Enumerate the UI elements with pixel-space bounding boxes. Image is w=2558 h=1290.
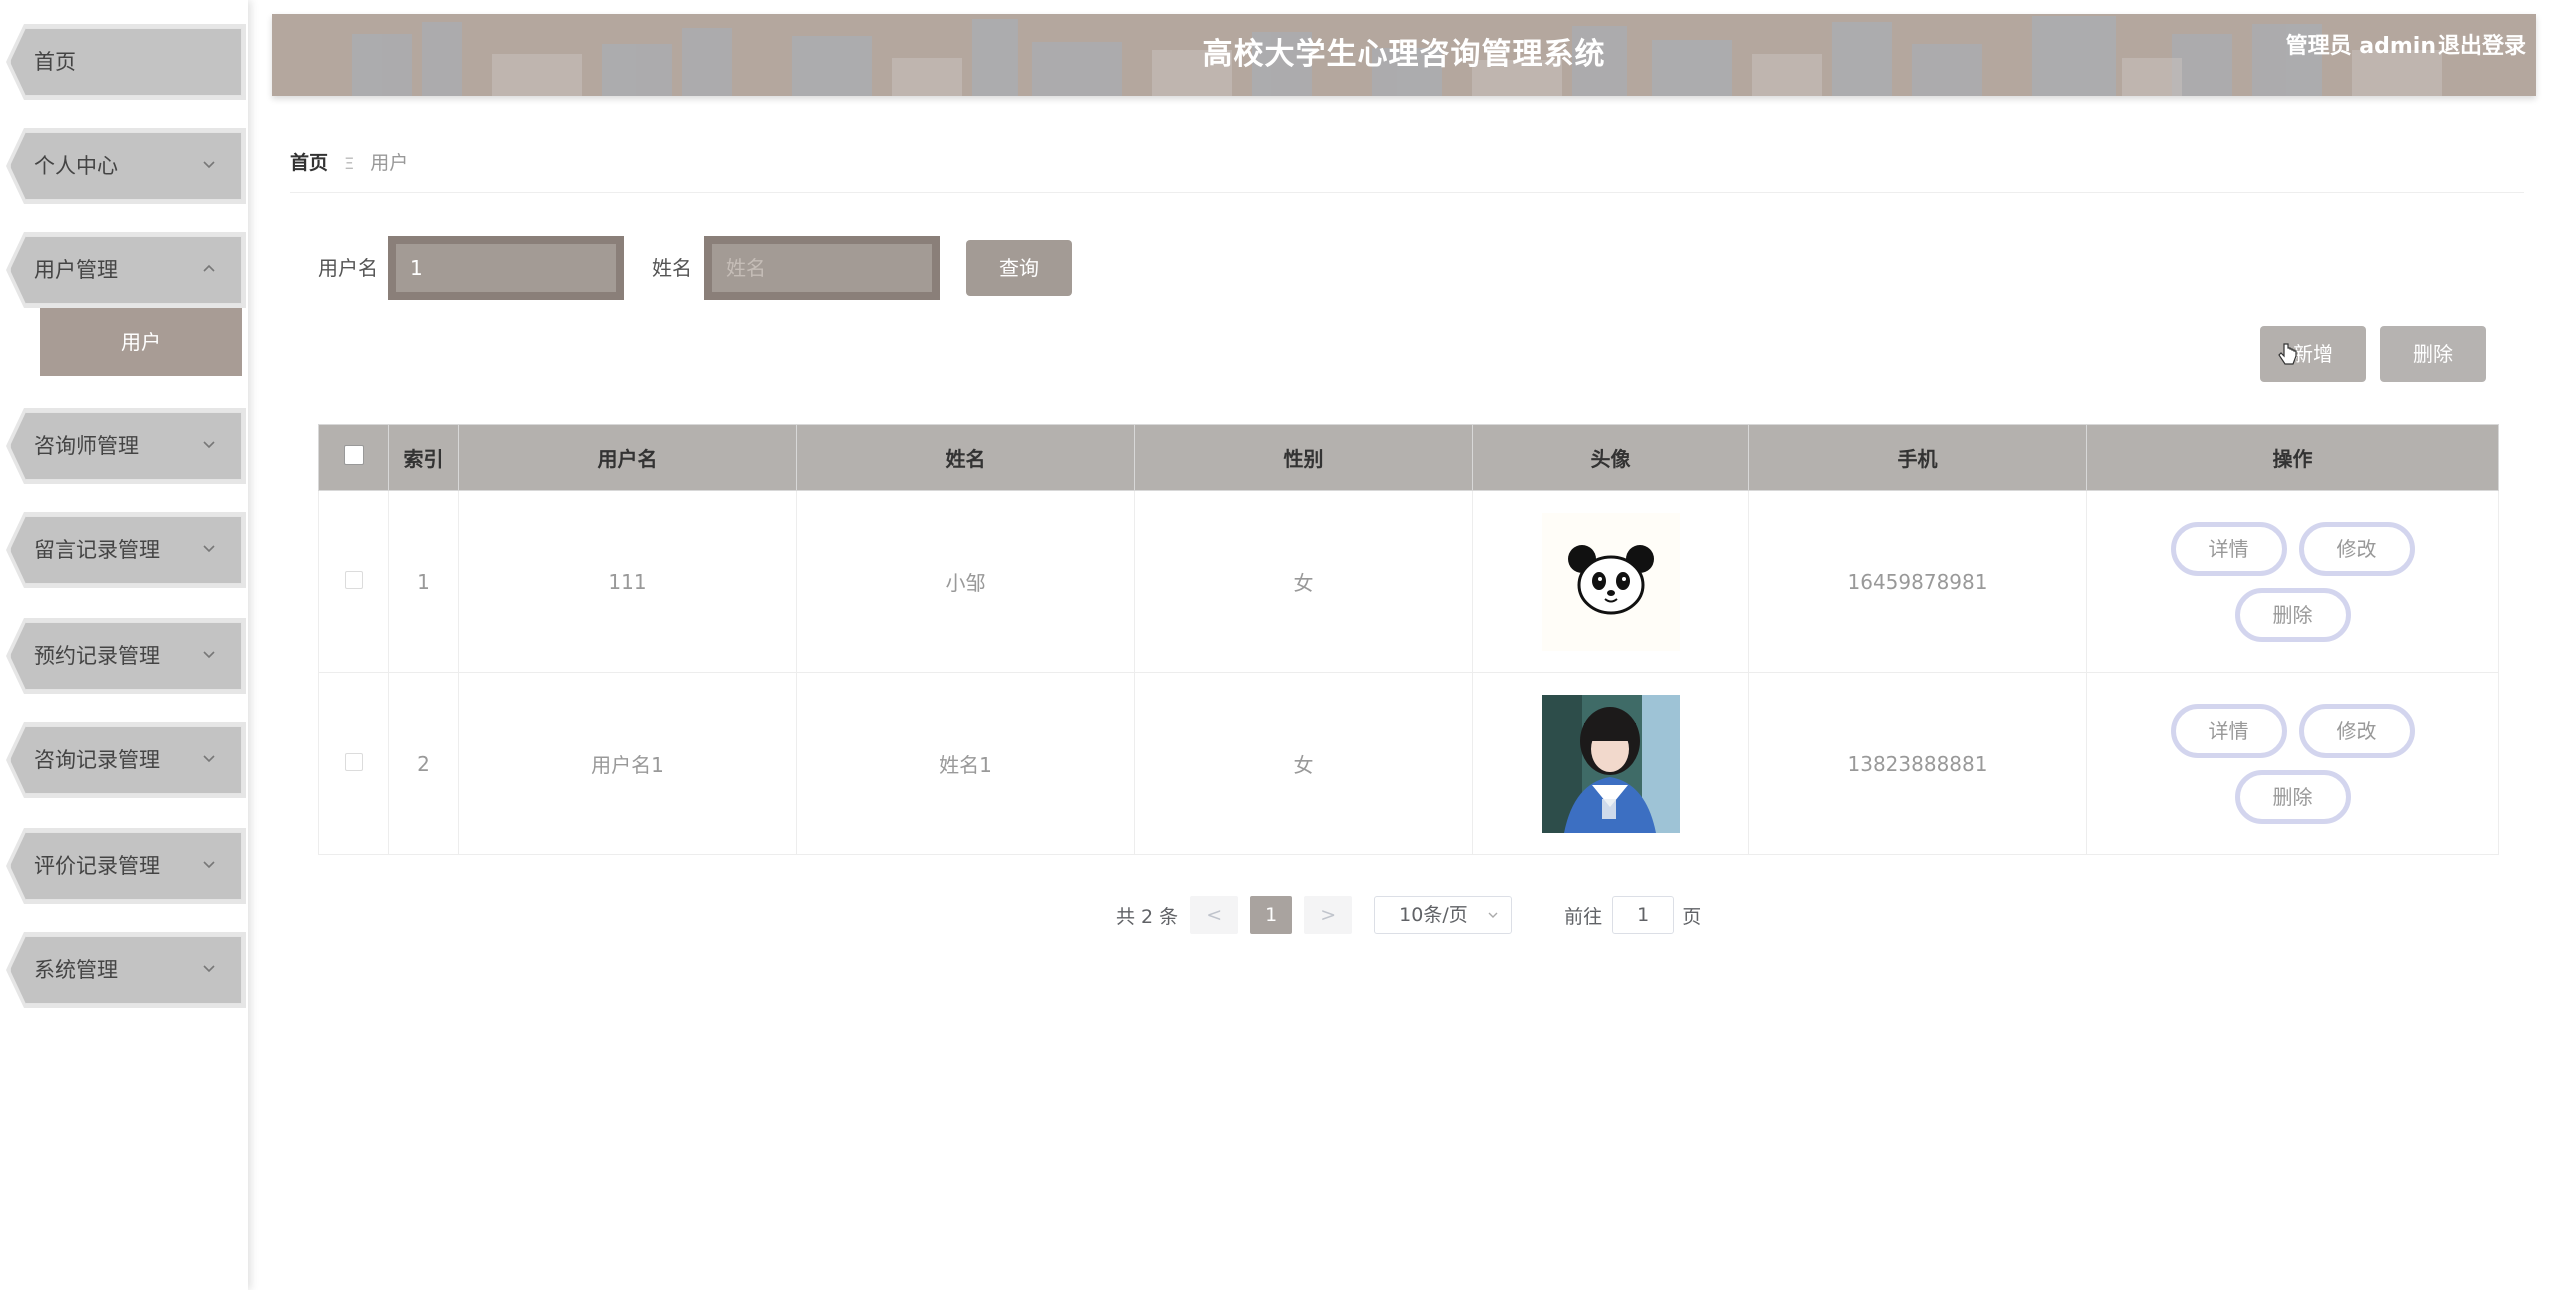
current-user-label: 管理员 admin (2285, 34, 2436, 59)
sidebar-item-consultation-records[interactable]: 咨询记录管理 (6, 722, 246, 798)
row-index: 2 (388, 672, 459, 855)
table-header-row: 索引 用户名 姓名 性别 头像 手机 操作 (318, 424, 2499, 491)
row-checkbox[interactable] (344, 570, 363, 589)
row-phone: 13823888881 (1748, 672, 2087, 855)
row-name: 姓名1 (796, 672, 1135, 855)
row-name: 小邹 (796, 490, 1135, 673)
chevron-down-icon (203, 545, 215, 553)
next-page-button[interactable]: > (1304, 896, 1353, 934)
page-size-select[interactable]: 10条/页 (1374, 896, 1513, 934)
edit-button[interactable]: 修改 (2298, 703, 2415, 758)
sidebar-item-counselor-management[interactable]: 咨询师管理 (6, 408, 246, 484)
edit-button[interactable]: 修改 (2298, 521, 2415, 576)
name-input[interactable] (712, 244, 932, 292)
add-button[interactable]: 新增 (2260, 326, 2366, 382)
chevron-down-icon (203, 861, 215, 869)
delete-button[interactable]: 删除 (2234, 587, 2351, 642)
select-all-cell (318, 424, 389, 491)
sidebar-item-appointment-records[interactable]: 预约记录管理 (6, 618, 246, 694)
username-input-wrapper (388, 236, 624, 300)
sidebar-item-label: 系统管理 (34, 958, 118, 982)
sidebar-item-label: 评价记录管理 (34, 854, 160, 878)
goto-label: 前往 (1564, 905, 1603, 928)
page-size-value: 10条/页 (1399, 904, 1468, 926)
column-header: 索引 (388, 424, 459, 491)
chevron-down-icon (203, 441, 215, 449)
sidebar-item-personal-center[interactable]: 个人中心 (6, 128, 246, 204)
row-gender: 女 (1134, 672, 1473, 855)
sidebar-item-label: 咨询记录管理 (34, 748, 160, 772)
username-label: 用户名 (318, 256, 378, 280)
chevron-down-icon (203, 965, 215, 973)
detail-button[interactable]: 详情 (2170, 703, 2287, 758)
sidebar-item-label: 预约记录管理 (34, 644, 160, 668)
girl-photo-avatar (1541, 694, 1680, 833)
logout-link[interactable]: 退出登录 (2438, 14, 2526, 80)
sidebar-subitem-user[interactable]: 用户 (40, 308, 242, 376)
row-username: 111 (458, 490, 797, 673)
sidebar-item-message-records[interactable]: 留言记录管理 (6, 512, 246, 588)
row-actions: 详情 修改 删除 (2163, 516, 2423, 648)
sidebar-item-label: 咨询师管理 (34, 434, 139, 458)
app-title: 高校大学生心理咨询管理系统 (1202, 37, 1606, 72)
sidebar-item-review-records[interactable]: 评价记录管理 (6, 828, 246, 904)
name-input-wrapper (704, 236, 940, 300)
page-number-current[interactable]: 1 (1250, 896, 1293, 934)
chevron-down-icon (203, 651, 215, 659)
breadcrumb-current: 用户 (370, 152, 409, 174)
sidebar-item-label: 留言记录管理 (34, 538, 160, 562)
select-all-checkbox[interactable] (343, 445, 364, 465)
sidebar-item-label: 个人中心 (34, 154, 118, 178)
column-header: 姓名 (796, 424, 1135, 491)
chevron-up-icon (203, 264, 215, 272)
chevron-down-icon (203, 161, 215, 169)
breadcrumb-separator: Ξ (344, 154, 355, 173)
user-table: 索引 用户名 姓名 性别 头像 手机 操作 1 111 小邹 女 1645987… (318, 424, 2499, 855)
pagination: 共 2 条 < 1 > 10条/页 前往 1 页 (1116, 896, 1701, 934)
batch-delete-button[interactable]: 删除 (2380, 326, 2486, 382)
sidebar-item-system-management[interactable]: 系统管理 (6, 932, 246, 1008)
sidebar-item-home[interactable]: 首页 (6, 24, 246, 100)
prev-page-button[interactable]: < (1190, 896, 1239, 934)
delete-button[interactable]: 删除 (2234, 769, 2351, 824)
column-header: 手机 (1748, 424, 2087, 491)
table-row: 1 111 小邹 女 16459878981 详情 修改 删除 (318, 490, 2499, 673)
sidebar: 首页 个人中心 用户管理 用户 咨询师管理 留言记录管理 预约记录管理 咨询记录… (0, 0, 248, 1290)
name-label: 姓名 (652, 256, 692, 280)
breadcrumb: 首页 Ξ 用户 (290, 148, 408, 175)
row-actions: 详情 修改 删除 (2163, 698, 2423, 830)
sidebar-item-label: 用户管理 (34, 258, 118, 282)
row-username: 用户名1 (458, 672, 797, 855)
table-row: 2 用户名1 姓名1 女 13823888881 详情 修改 删除 (318, 672, 2499, 855)
row-phone: 16459878981 (1748, 490, 2087, 673)
row-index: 1 (388, 490, 459, 673)
chevron-down-icon (203, 755, 215, 763)
username-input[interactable] (396, 244, 616, 292)
sidebar-item-label: 首页 (34, 50, 76, 74)
column-header: 性别 (1134, 424, 1473, 491)
column-header: 头像 (1472, 424, 1749, 491)
row-gender: 女 (1134, 490, 1473, 673)
hand-cursor-icon (2278, 343, 2297, 365)
goto-page-input[interactable]: 1 (1612, 896, 1675, 934)
top-header: 高校大学生心理咨询管理系统 管理员 admin 退出登录 (272, 14, 2536, 96)
page-suffix-label: 页 (1682, 905, 1702, 928)
panda-avatar (1541, 512, 1680, 651)
divider (290, 192, 2524, 193)
column-header: 用户名 (458, 424, 797, 491)
chevron-down-icon (1488, 912, 1498, 918)
breadcrumb-home[interactable]: 首页 (290, 152, 328, 174)
sidebar-item-user-management[interactable]: 用户管理 (6, 232, 246, 308)
row-checkbox[interactable] (344, 752, 363, 771)
pagination-total: 共 2 条 (1116, 905, 1179, 928)
query-button[interactable]: 查询 (966, 240, 1072, 296)
column-header: 操作 (2086, 424, 2499, 491)
detail-button[interactable]: 详情 (2170, 521, 2287, 576)
